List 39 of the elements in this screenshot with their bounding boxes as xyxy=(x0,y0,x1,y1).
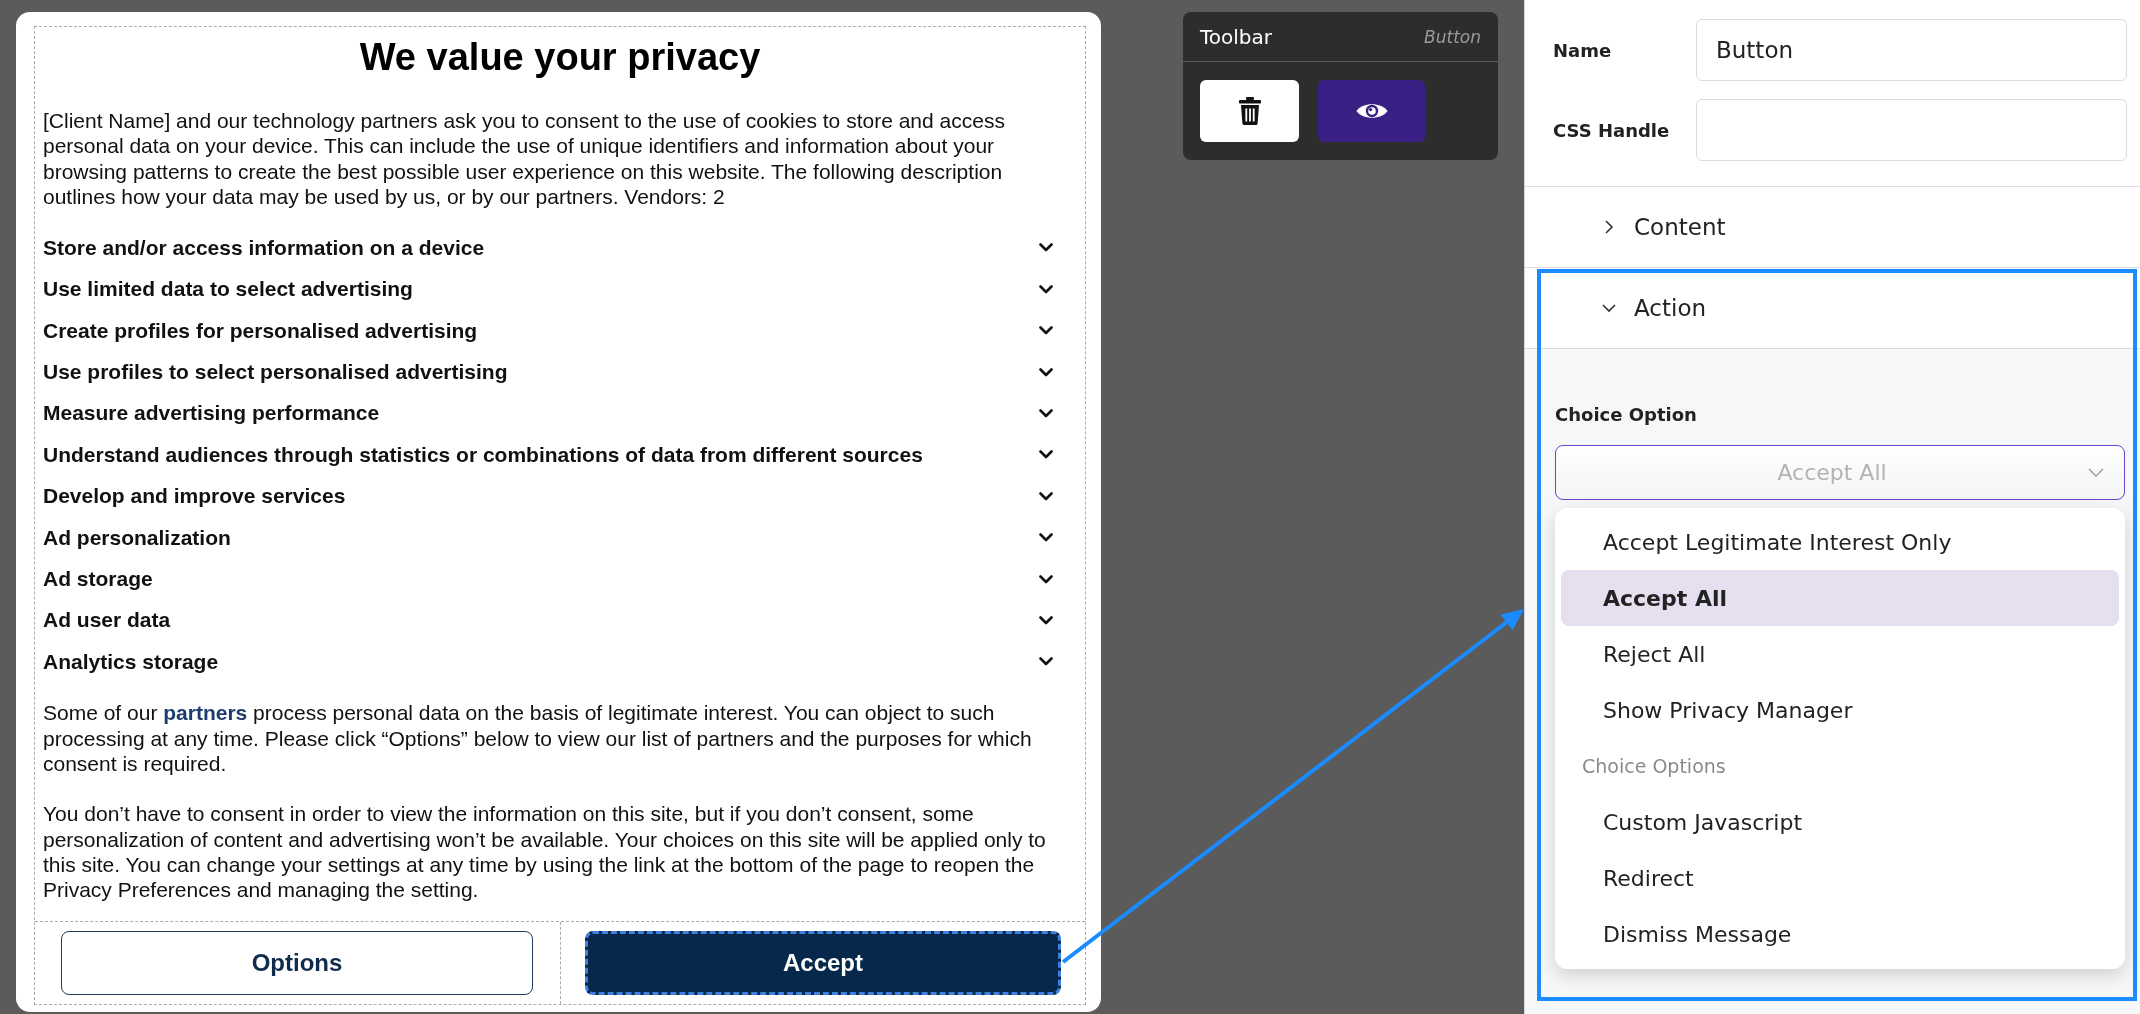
toolbar-title: Toolbar xyxy=(1200,24,1273,49)
purpose-row[interactable]: Use limited data to select advertising xyxy=(43,268,1077,310)
purpose-row[interactable]: Measure advertising performance xyxy=(43,392,1077,435)
purpose-row[interactable]: Ad personalization xyxy=(43,516,1077,559)
purpose-row[interactable]: Store and/or access information on a device xyxy=(43,227,1077,269)
dropdown-option[interactable]: Reject All xyxy=(1561,626,2119,682)
eye-icon xyxy=(1355,101,1388,121)
intro-paragraph: [Client Name] and our technology partners ask you to consent to the use of cookies to store and access personal data on your device. This can include the use of unique identifiers and information about your browsing patterns to create the best possible user experience on this website. The following description outlines how your data may be used by us, or by our partners. Vendors: 2 xyxy=(43,108,1006,210)
field-label: Name xyxy=(1553,39,1613,61)
preview-button[interactable] xyxy=(1318,80,1425,142)
option-group-heading: Choice Options xyxy=(1581,754,1727,779)
dropdown-option[interactable]: Accept All xyxy=(1561,570,2119,626)
section-header[interactable]: Content xyxy=(1525,187,2140,268)
legitimate-interest-paragraph: Some of our partners process personal data on the basis of legitimate interest. You can object to such processing at any time. Please click “Options” below to view our list of partners and the purposes for which consent is required. xyxy=(43,700,1033,777)
field-label: Choice Option xyxy=(1555,403,1698,427)
purpose-row[interactable]: Create profiles for personalised advertising xyxy=(43,309,1077,352)
purpose-row[interactable]: Use profiles to select personalised advertising xyxy=(43,351,1077,393)
dropdown-option[interactable]: Redirect xyxy=(1561,850,2119,906)
dropdown-option[interactable]: Dismiss Message xyxy=(1561,906,2119,962)
options-button[interactable]: Options xyxy=(61,931,533,995)
text-field[interactable]: Button xyxy=(1696,19,2127,81)
text-field[interactable] xyxy=(1696,99,2127,161)
purpose-row[interactable]: Ad storage xyxy=(43,558,1077,600)
dropdown-option[interactable]: Custom Javascript xyxy=(1561,794,2119,850)
partners-link[interactable]: partners xyxy=(163,701,248,725)
consent-paragraph: You don’t have to consent in order to view the information on this site, but if you don’t consent, some personalization of content and advertising won’t be available. Your choices on this site will be applied only to this site. You can change your settings at any time by using the link at the bottom of the page to reopen the Privacy Preferences and managing the setting. xyxy=(43,801,1047,903)
purpose-row[interactable]: Analytics storage xyxy=(43,641,1077,683)
purpose-row[interactable]: Understand audiences through statistics or combinations of data from different sources xyxy=(43,434,1077,476)
dropdown-option[interactable]: Accept Legitimate Interest Only xyxy=(1561,514,2119,570)
caret-icon xyxy=(2088,468,2104,477)
field-label: CSS Handle xyxy=(1553,119,1671,141)
purpose-row[interactable]: Develop and improve services xyxy=(43,475,1077,517)
purpose-row[interactable]: Ad user data xyxy=(43,599,1077,642)
dropdown-option[interactable]: Show Privacy Manager xyxy=(1561,682,2119,738)
accept-button[interactable]: Accept xyxy=(585,931,1061,995)
delete-button[interactable] xyxy=(1200,80,1299,142)
trash-icon xyxy=(1238,97,1261,125)
dialog-title: We value your privacy xyxy=(359,35,761,80)
element-type-label: Button xyxy=(1424,26,1481,47)
